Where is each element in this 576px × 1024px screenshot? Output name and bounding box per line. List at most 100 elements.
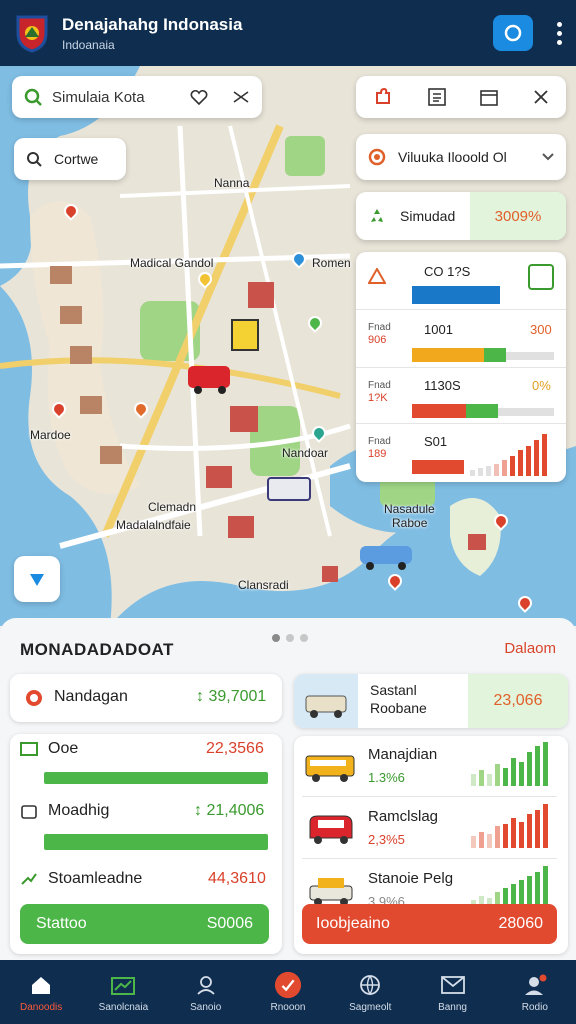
sastanl-card[interactable]: Sastanl Roobane 23,066	[294, 674, 568, 728]
chart-icon	[109, 972, 137, 998]
nav-label-swap: Rnooon	[270, 1001, 306, 1013]
metric-label-3: Stoamleadne	[48, 870, 143, 887]
map-label-madical: Madical Gandol	[130, 256, 214, 270]
puzzle-icon[interactable]	[373, 87, 393, 107]
nav-label-home: Danoodis	[20, 1001, 63, 1013]
metric-label-1: Ooe	[48, 740, 79, 757]
calendar-icon[interactable]	[480, 88, 499, 106]
map-label-nanna: Nanna	[214, 176, 250, 190]
nav-item-users[interactable]: Sanoio	[165, 960, 247, 1024]
vehicle-row[interactable]: Ramclslag 2,3%5	[302, 802, 557, 862]
stats-pct-2: 300	[530, 322, 552, 337]
shuffle-icon[interactable]	[232, 89, 250, 105]
stats-bar-1	[412, 286, 500, 304]
divider	[302, 796, 557, 797]
divider	[302, 858, 557, 859]
header-search-button[interactable]	[493, 15, 533, 51]
nav-item-globe[interactable]: Sagmeolt	[329, 960, 411, 1024]
sastanl-label: Sastanl	[370, 682, 417, 698]
nav-item-profile[interactable]: Rodio	[494, 960, 576, 1024]
jeep-icon	[309, 878, 353, 906]
app-header: Denajahahg Indonasia Indoanaia	[0, 0, 576, 66]
metric-value-3: 44,3610	[208, 870, 266, 887]
target-icon	[368, 148, 386, 166]
center-map-button[interactable]: Cortwe	[14, 138, 126, 180]
stats-row-4: Fnad 189 S01	[356, 424, 566, 482]
layer-dropdown[interactable]: Viluuka Ilooold Ol	[356, 134, 566, 180]
stats-small-3: Fnad	[368, 380, 391, 391]
station-button-value: S0006	[206, 915, 253, 932]
stats-value-3: 1130S	[424, 378, 461, 393]
tuktuk-icon	[309, 815, 353, 844]
roobane-label: Roobane	[370, 700, 427, 716]
stats-card: CO 1?S Fnad 906 1001 300 Fnad 1?K 1130S …	[356, 252, 566, 482]
search-input[interactable]: Simulaia Kota	[52, 89, 180, 106]
stats-value-2: 1001	[424, 322, 453, 337]
map-label-clansradi: Clansradi	[238, 578, 289, 592]
map-label-clemadn: Clemadn	[148, 500, 197, 514]
vehicle-row[interactable]: Manajdian 1.3%6	[302, 740, 557, 800]
search-icon	[24, 88, 42, 106]
station-button[interactable]: Stattoo S0006	[20, 904, 269, 944]
bus-icon	[305, 755, 355, 782]
center-button-label: Cortwe	[54, 151, 99, 167]
sim-value: 3009%	[470, 192, 566, 240]
locate-button[interactable]	[14, 556, 60, 602]
stats-code-4: 189	[368, 448, 387, 460]
stats-code-2: 906	[368, 334, 387, 346]
vehicle-pct-2: 2,3%5	[368, 832, 405, 847]
close-icon[interactable]	[533, 89, 549, 105]
stats-bar-3a	[412, 404, 466, 418]
panel-link[interactable]: Dalaom	[504, 640, 556, 657]
stats-bar-4	[412, 460, 464, 474]
chevron-down-icon	[542, 153, 554, 161]
metric-bar-1	[44, 772, 268, 784]
report-button-value: 28060	[498, 915, 544, 932]
app-title: Denajahahg Indonasia	[62, 14, 243, 34]
vehicle-bars-1	[471, 742, 548, 786]
nav-item-chart[interactable]: Sanolcnaia	[82, 960, 164, 1024]
list-icon[interactable]	[427, 88, 446, 106]
simulation-card[interactable]: Simudad 3009%	[356, 192, 566, 240]
nandagan-label: Nandagan	[54, 688, 128, 705]
jeep-icon	[305, 695, 347, 718]
nav-item-home[interactable]: Danoodis	[0, 960, 82, 1024]
bottom-nav: Danoodis Sanolcnaia Sanoio Rnooon Sagmeo…	[0, 960, 576, 1024]
sastanl-value: 23,066	[468, 674, 568, 728]
nav-label-mail: Banng	[438, 1001, 467, 1013]
page-dots[interactable]	[272, 634, 308, 642]
stats-small-2: Fnad	[368, 322, 391, 333]
vehicle-pct-1: 1.3%6	[368, 770, 405, 785]
nandagan-card[interactable]: Nandagan ↕ 39,7001	[10, 674, 282, 722]
more-vertical-icon[interactable]	[557, 21, 562, 45]
map-label-romen: Romen	[312, 256, 351, 270]
station-button-label: Stattoo	[36, 915, 87, 932]
metric-bar-2	[44, 834, 268, 850]
home-icon	[27, 972, 55, 998]
map-label-raboe: Raboe	[392, 516, 428, 530]
warning-icon	[368, 268, 386, 284]
stats-bar-3b	[466, 404, 498, 418]
stats-row-2: Fnad 906 1001 300	[356, 310, 566, 368]
nav-item-swap[interactable]: Rnooon	[247, 960, 329, 1024]
report-button-label: Ioobjeaino	[316, 915, 390, 932]
nav-label-profile: Rodio	[521, 1001, 548, 1013]
heart-icon[interactable]	[190, 89, 208, 105]
vehicle-bars-2	[471, 804, 548, 848]
recycle-icon	[371, 209, 383, 222]
profile-icon	[521, 972, 549, 998]
metric-value-1: 22,3566	[206, 740, 264, 757]
nav-item-mail[interactable]: Banng	[411, 960, 493, 1024]
search-icon	[504, 24, 522, 42]
stats-bar-2b	[484, 348, 506, 362]
map-search-bar[interactable]: Simulaia Kota	[12, 76, 262, 118]
vehicle-name-2: Ramclslag	[368, 808, 439, 825]
report-button[interactable]: Ioobjeaino 28060	[302, 904, 557, 944]
stats-bar-2c	[506, 352, 554, 360]
panel-title: MONADADADOAT	[20, 640, 174, 659]
map-label-nandoar: Nandoar	[282, 446, 329, 460]
vehicle-name-1: Manajdian	[368, 746, 438, 763]
stats-spark-4	[470, 434, 547, 476]
sastanl-thumb	[294, 674, 358, 728]
stats-value-4: S01	[424, 434, 448, 449]
